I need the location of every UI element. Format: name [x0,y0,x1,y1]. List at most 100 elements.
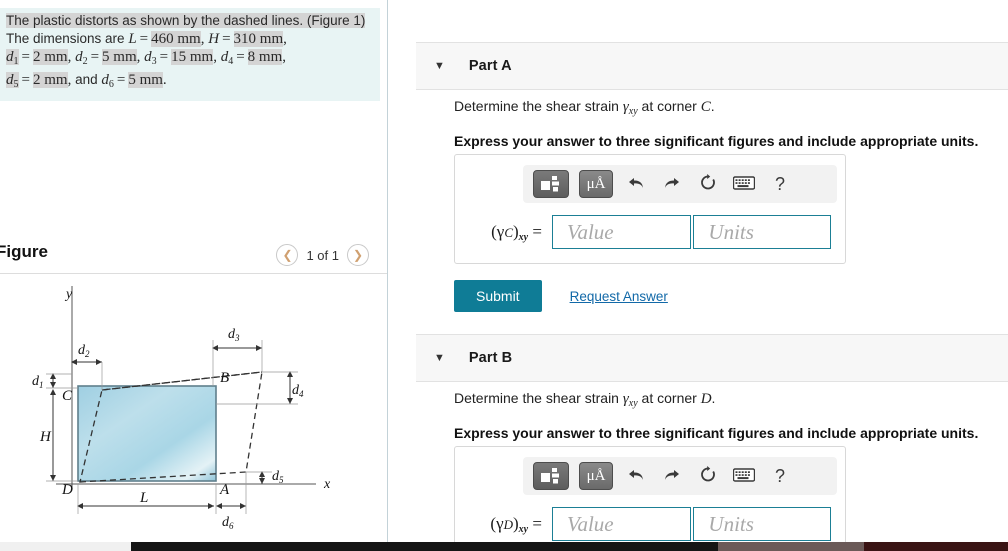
reset-icon[interactable] [695,174,721,194]
part-a-instruction: Express your answer to three significant… [454,133,979,149]
figure-divider [0,273,387,274]
math-template-icon[interactable] [533,170,569,198]
reset-icon[interactable] [695,466,721,486]
part-a-answer-symbol: (γC)xy = [491,221,542,243]
question-b-corner: D [700,391,712,407]
corner-label-C: C [62,388,73,404]
part-b-question: Determine the shear strain γxy at corner… [454,388,1008,409]
problem-text-2: The dimensions are [6,30,129,46]
part-b-instruction: Express your answer to three significant… [454,425,979,441]
corner-label-D: D [61,482,73,498]
value-d1: 2 mm [32,49,68,65]
help-icon[interactable]: ? [767,467,793,485]
part-a-submit-row: Submit Request Answer [454,280,668,312]
chevron-left-icon[interactable]: ❮ [276,244,299,266]
part-b-units-placeholder: Units [708,511,754,536]
part-b-value-placeholder: Value [566,511,614,536]
plate-rectangle [77,385,217,482]
corner-label-A: A [219,482,230,498]
dim-label-d2: d2 [78,343,90,359]
part-a-toolbar: μÅ ? [523,165,837,203]
part-a-value-input[interactable]: Value [551,215,692,249]
symbol-d6: d6 [101,71,114,90]
symbol-H: H [208,30,220,47]
part-b-header[interactable]: ▼ Part B [416,334,1008,382]
part-b-units-input[interactable]: Units [693,507,831,541]
math-template-icon[interactable] [533,462,569,490]
part-b-value-input[interactable]: Value [551,507,692,541]
pager-label: 1 of 1 [306,247,339,263]
symbol-d1: d1 [6,49,19,67]
page-root: The plastic distorts as shown by the das… [0,0,1008,551]
part-b-answer-row: (γD)xy = Value Units [469,507,831,541]
question-b-pre: Determine the shear strain [454,390,623,406]
dim-label-H: H [39,429,52,445]
problem-line-4: d5 = 2 mm, and d6 = 5 mm. [6,71,167,90]
undo-icon[interactable] [623,175,649,194]
dim-label-L: L [139,490,148,506]
dim-label-d4: d4 [292,383,304,399]
value-H: 310 mm [233,30,284,47]
part-a-units-placeholder: Units [708,219,754,244]
dim-label-d5: d5 [272,469,284,485]
part-a-units-input[interactable]: Units [693,215,831,249]
bottom-bar-left [0,542,131,551]
value-d4: 8 mm [247,49,283,65]
part-a-answer-row: (γC)xy = Value Units [469,215,831,249]
value-d2: 5 mm [102,49,137,65]
question-a-pre: Determine the shear strain [454,98,623,114]
right-panel: ▼ Part A Determine the shear strain γxy … [388,0,1008,551]
chevron-right-icon[interactable]: ❯ [347,244,369,266]
bottom-bar-accent [718,542,864,551]
value-d5: 2 mm [32,71,68,88]
axis-label-y: y [64,287,73,302]
undo-icon[interactable] [623,467,649,486]
problem-line-3: d1 = 2 mm, d2 = 5 mm, d3 = 15 mm, d4 = 8… [6,49,286,67]
request-answer-link[interactable]: Request Answer [570,289,668,304]
units-mu-angstrom-icon[interactable]: μÅ [579,462,613,490]
redo-icon[interactable] [659,175,685,194]
figure-header: Figure ❮ 1 of 1 ❯ [0,242,387,274]
part-b-answer-box: μÅ ? (γD)xy = Value Units [454,446,846,551]
part-a-label: Part A [468,58,512,74]
bottom-bar-accent-dark [864,542,1008,551]
keyboard-icon[interactable] [731,176,757,192]
question-a-mid: at corner [637,98,701,114]
gamma-sub-b: xy [628,398,638,409]
keyboard-icon[interactable] [731,468,757,484]
chevron-down-icon[interactable]: ▼ [434,60,445,72]
part-a-header[interactable]: ▼ Part A [416,42,1008,90]
symbol-d3: d3 [144,49,157,67]
value-d3: 15 mm [171,49,214,65]
chevron-down-icon[interactable]: ▼ [434,352,445,364]
dim-label-d1: d1 [32,374,44,390]
question-b-end: . [711,390,716,406]
figure-title: Figure [0,242,48,261]
part-a-value-placeholder: Value [566,219,614,244]
figure-pager: ❮ 1 of 1 ❯ [276,244,369,266]
problem-statement: The plastic distorts as shown by the das… [0,8,380,101]
submit-button[interactable]: Submit [454,280,542,312]
value-L: 460 mm [151,30,201,47]
corner-label-B: B [220,370,229,386]
question-a-corner: C [700,99,711,115]
symbol-L: L [128,30,137,47]
question-a-end: . [710,98,715,114]
symbol-d4: d4 [220,49,234,67]
help-icon[interactable]: ? [767,175,793,193]
units-mu-angstrom-icon[interactable]: μÅ [579,170,613,198]
dim-label-d3: d3 [228,327,240,343]
part-b-body: Determine the shear strain γxy at corner… [416,388,1008,441]
symbol-d2: d2 [75,49,88,67]
part-b-answer-symbol: (γD)xy = [490,513,542,535]
problem-line-2: The dimensions are L = 460 mm, H = 310 m… [6,30,287,47]
distortion-figure: y x D A B C d1 d2 d3 d4 d5 H L d6 [32,286,331,531]
part-b-toolbar: μÅ ? [523,457,837,495]
redo-icon[interactable] [659,467,685,486]
part-b-label: Part B [468,350,513,366]
and-word: and [75,71,98,87]
problem-text-1: The plastic distorts as shown by the das… [6,13,366,28]
axis-label-x: x [323,477,331,492]
value-d6: 5 mm [128,71,163,88]
part-a-body: Determine the shear strain γxy at corner… [416,96,1008,149]
